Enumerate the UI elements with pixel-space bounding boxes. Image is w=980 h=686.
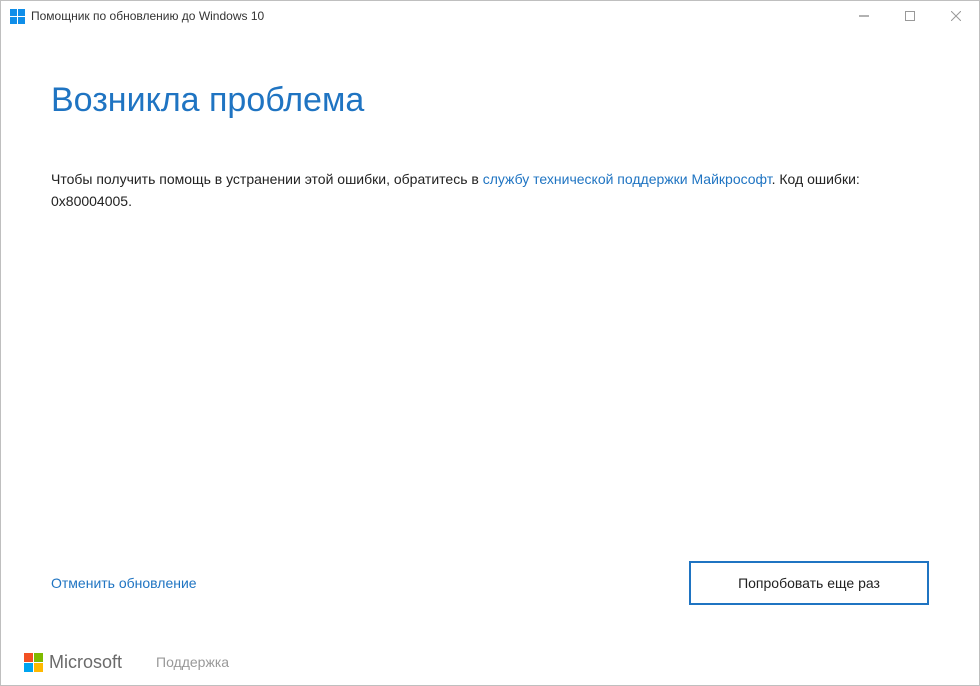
content-area: Возникла проблема Чтобы получить помощь … (1, 31, 979, 639)
error-message: Чтобы получить помощь в устранении этой … (51, 168, 929, 213)
error-text-prefix: Чтобы получить помощь в устранении этой … (51, 171, 483, 187)
minimize-button[interactable] (841, 1, 887, 31)
cancel-update-link[interactable]: Отменить обновление (51, 575, 197, 591)
action-bar: Отменить обновление Попробовать еще раз (51, 561, 929, 605)
maximize-button[interactable] (887, 1, 933, 31)
titlebar: Помощник по обновлению до Windows 10 (1, 1, 979, 31)
page-heading: Возникла проблема (51, 81, 929, 120)
support-link[interactable]: службу технической поддержки Майкрософт (483, 171, 772, 187)
close-button[interactable] (933, 1, 979, 31)
microsoft-brand-text: Microsoft (49, 652, 122, 673)
app-window: Помощник по обновлению до Windows 10 Воз… (0, 0, 980, 686)
support-footer-link[interactable]: Поддержка (156, 654, 229, 670)
retry-button[interactable]: Попробовать еще раз (689, 561, 929, 605)
window-title: Помощник по обновлению до Windows 10 (31, 9, 264, 23)
microsoft-logo: Microsoft (23, 652, 122, 673)
microsoft-logo-icon (23, 652, 43, 672)
windows-logo-icon (9, 8, 25, 24)
footer: Microsoft Поддержка (1, 639, 979, 685)
